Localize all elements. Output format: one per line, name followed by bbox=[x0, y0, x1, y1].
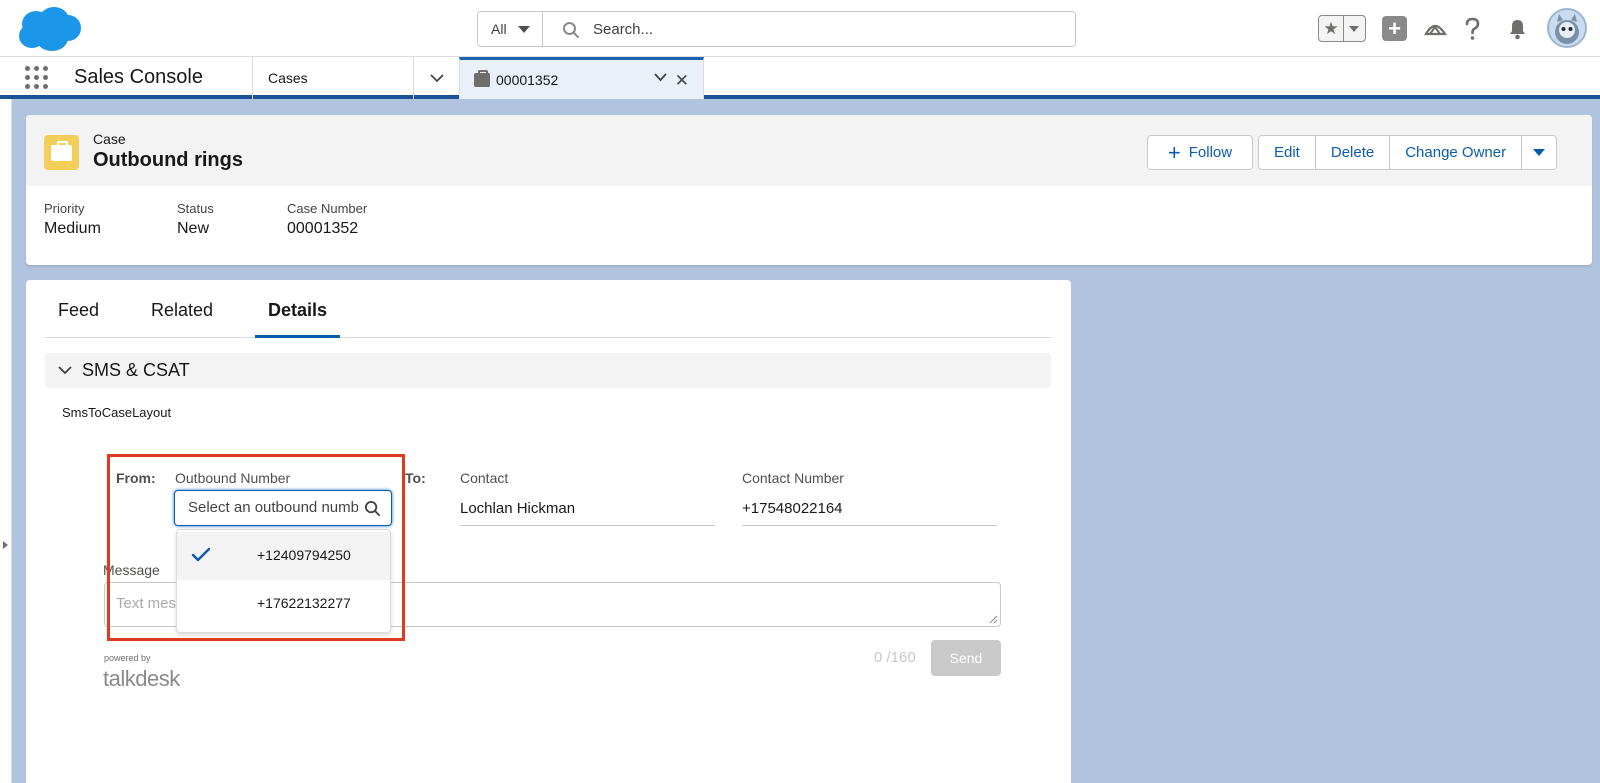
user-avatar[interactable] bbox=[1547, 8, 1587, 48]
layout-name: SmsToCaseLayout bbox=[62, 405, 172, 420]
plus-icon: + bbox=[1167, 139, 1181, 165]
nav-cases-menu-button[interactable] bbox=[413, 57, 459, 99]
search-input[interactable] bbox=[593, 18, 1053, 40]
follow-label: Follow bbox=[1188, 144, 1233, 161]
caret-down-icon[interactable] bbox=[1349, 26, 1359, 32]
trailhead-icon[interactable] bbox=[1423, 16, 1448, 41]
tab-related[interactable]: Related bbox=[138, 300, 226, 338]
global-search: All bbox=[477, 11, 1076, 47]
workspace-tab-label: 00001352 bbox=[496, 71, 559, 88]
contact-label: Contact bbox=[460, 470, 509, 486]
resize-handle-icon[interactable] bbox=[988, 614, 998, 624]
tab-feed[interactable]: Feed bbox=[45, 300, 112, 338]
close-icon[interactable]: ✕ bbox=[675, 71, 689, 91]
section-title: SMS & CSAT bbox=[82, 360, 190, 380]
object-label: Case bbox=[93, 131, 126, 147]
change-owner-button[interactable]: Change Owner bbox=[1389, 135, 1522, 170]
highlight-field-case-number: Case Number 00001352 bbox=[287, 201, 367, 238]
chevron-down-icon bbox=[58, 366, 72, 375]
avatar-icon bbox=[1555, 14, 1579, 44]
highlight-field-priority: Priority Medium bbox=[44, 201, 101, 238]
to-label: To: bbox=[405, 470, 426, 486]
nav-item-cases[interactable]: Cases bbox=[252, 57, 413, 99]
record-actions-group: Edit Delete Change Owner bbox=[1258, 135, 1558, 170]
search-scope-label: All bbox=[491, 21, 507, 37]
navigation-bar: Sales Console Cases 00001352 ✕ bbox=[0, 57, 1600, 99]
question-icon[interactable] bbox=[1460, 16, 1485, 41]
record-highlights-panel: Case Outbound rings + Follow Edit Delete… bbox=[26, 115, 1592, 265]
favorites-button-group[interactable]: ★ bbox=[1318, 15, 1366, 42]
delete-button[interactable]: Delete bbox=[1314, 135, 1390, 170]
contact-number-field: +17548022164 bbox=[742, 496, 997, 526]
contact-field: Lochlan Hickman bbox=[460, 496, 715, 526]
field-label: Priority bbox=[44, 201, 85, 216]
field-label: Status bbox=[177, 201, 214, 216]
salesforce-logo[interactable] bbox=[16, 6, 82, 52]
send-button[interactable]: Send bbox=[931, 640, 1001, 676]
character-counter: 0 /160 bbox=[874, 649, 916, 666]
global-header: All ★ + bbox=[0, 0, 1600, 57]
record-title: Outbound rings bbox=[93, 149, 243, 171]
search-icon bbox=[563, 22, 579, 38]
annotation-highlight-box bbox=[107, 454, 405, 641]
edit-button[interactable]: Edit bbox=[1258, 135, 1315, 170]
case-icon bbox=[474, 69, 490, 87]
chevron-down-icon[interactable] bbox=[654, 73, 667, 82]
record-tabs: Feed Related Details bbox=[45, 280, 1051, 338]
utility-edge bbox=[0, 99, 12, 783]
powered-by-label: powered by bbox=[104, 653, 151, 663]
highlight-field-status: Status New bbox=[177, 201, 214, 238]
follow-button[interactable]: + Follow bbox=[1147, 135, 1253, 170]
star-icon[interactable]: ★ bbox=[1319, 16, 1344, 41]
field-value: New bbox=[177, 220, 210, 237]
caret-right-icon[interactable] bbox=[3, 541, 8, 549]
plus-icon[interactable]: + bbox=[1382, 16, 1407, 41]
app-launcher-icon[interactable] bbox=[25, 66, 49, 90]
chevron-down-icon bbox=[429, 73, 444, 82]
app-name: Sales Console bbox=[74, 66, 203, 88]
section-header-sms-csat[interactable]: SMS & CSAT bbox=[45, 353, 1051, 388]
bell-icon[interactable] bbox=[1505, 16, 1530, 41]
caret-down-icon bbox=[1533, 149, 1546, 156]
case-icon bbox=[44, 135, 79, 170]
field-value: Medium bbox=[44, 220, 101, 237]
field-value: 00001352 bbox=[287, 220, 359, 237]
caret-down-icon bbox=[518, 26, 530, 33]
tab-details[interactable]: Details bbox=[255, 300, 341, 338]
search-scope-dropdown[interactable]: All bbox=[478, 12, 543, 46]
workspace-tab-case[interactable]: 00001352 ✕ bbox=[459, 57, 704, 99]
field-label: Case Number bbox=[287, 201, 368, 216]
contact-number-label: Contact Number bbox=[742, 470, 844, 486]
more-actions-button[interactable] bbox=[1521, 135, 1558, 170]
talkdesk-logo: talkdesk bbox=[103, 666, 180, 691]
